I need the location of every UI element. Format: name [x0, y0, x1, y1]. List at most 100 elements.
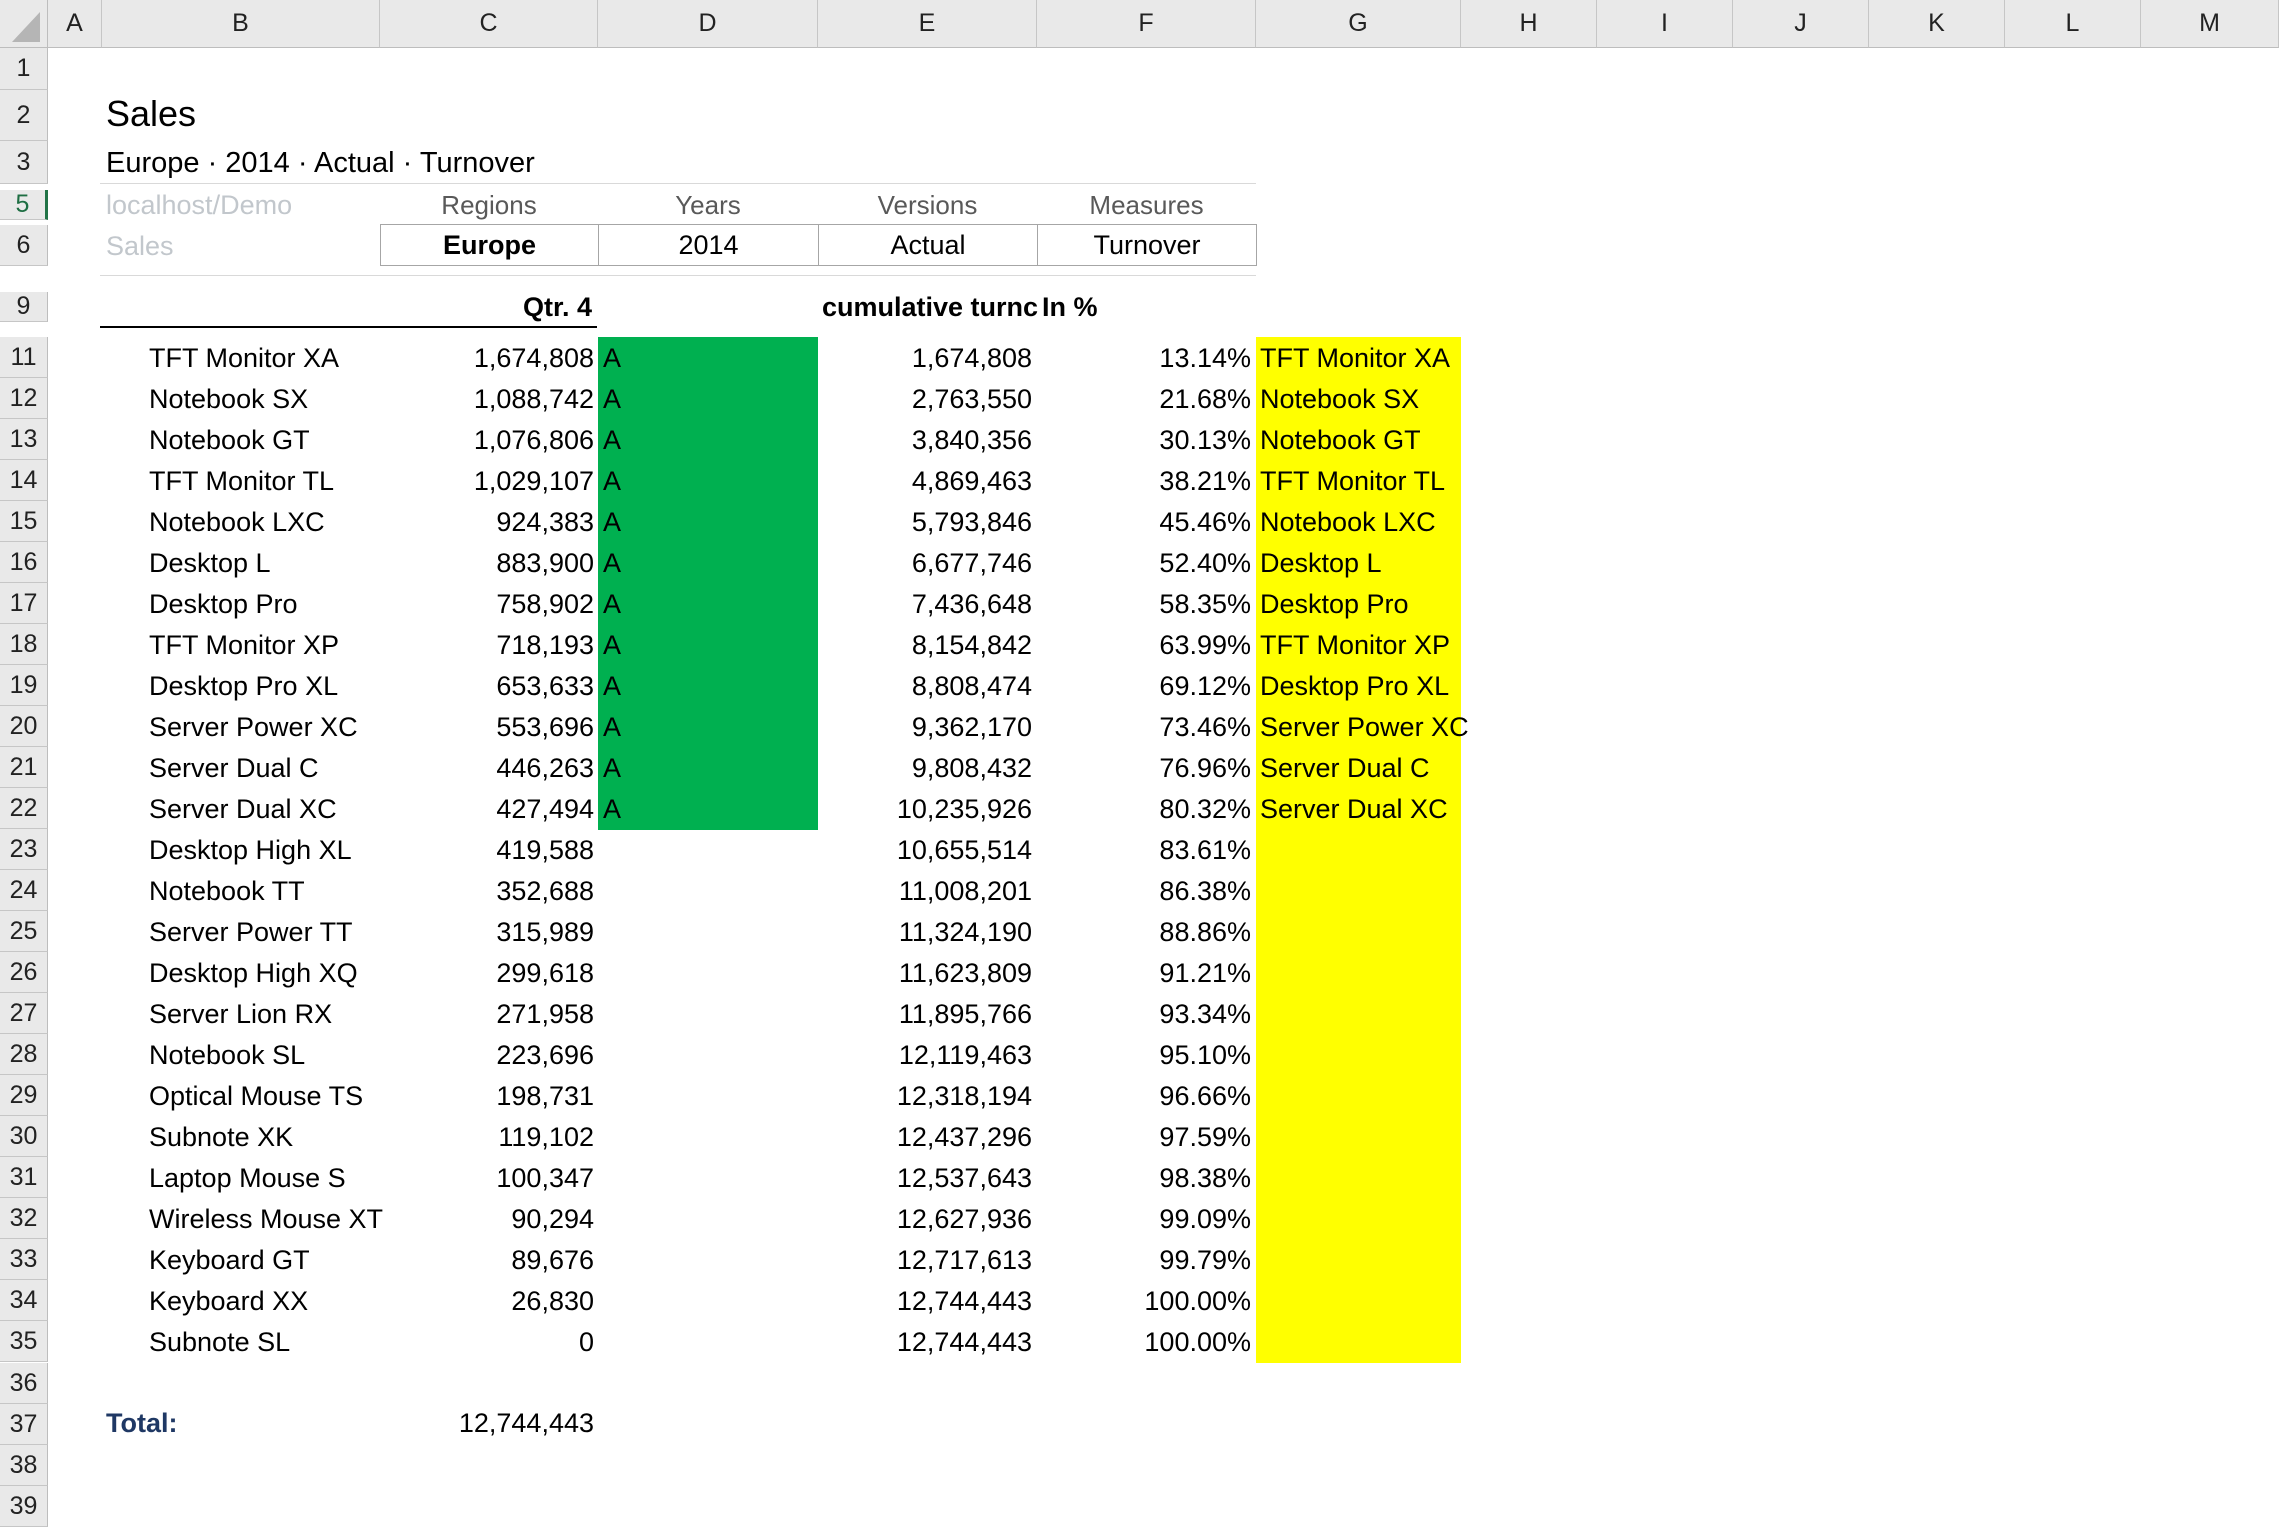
product-name[interactable]: Keyboard GT — [149, 1239, 310, 1280]
turnover-value[interactable]: 1,029,107 — [380, 460, 594, 501]
cumulative-turnover[interactable]: 2,763,550 — [818, 378, 1032, 419]
a-item-name[interactable]: Notebook LXC — [1260, 501, 1436, 542]
row-header-27[interactable]: 27 — [0, 993, 48, 1034]
turnover-value[interactable]: 553,696 — [380, 706, 594, 747]
abc-class-marker[interactable]: A — [603, 501, 621, 542]
turnover-value[interactable]: 758,902 — [380, 583, 594, 624]
product-name[interactable]: Notebook GT — [149, 419, 310, 460]
column-header-f[interactable]: F — [1037, 0, 1256, 48]
abc-class-marker[interactable]: A — [603, 624, 621, 665]
turnover-value[interactable]: 883,900 — [380, 542, 594, 583]
column-header-l[interactable]: L — [2005, 0, 2141, 48]
row-header-11[interactable]: 11 — [0, 337, 48, 378]
turnover-value[interactable]: 90,294 — [380, 1198, 594, 1239]
row-header-1[interactable]: 1 — [0, 48, 48, 90]
percent-share[interactable]: 100.00% — [1037, 1321, 1251, 1362]
percent-share[interactable]: 99.79% — [1037, 1239, 1251, 1280]
cumulative-turnover[interactable]: 10,655,514 — [818, 829, 1032, 870]
row-header-16[interactable]: 16 — [0, 542, 48, 583]
row-header-30[interactable]: 30 — [0, 1116, 48, 1157]
product-name[interactable]: Desktop High XQ — [149, 952, 358, 993]
turnover-value[interactable]: 1,088,742 — [380, 378, 594, 419]
turnover-value[interactable]: 419,588 — [380, 829, 594, 870]
a-item-name[interactable]: TFT Monitor XP — [1260, 624, 1450, 665]
cumulative-turnover[interactable]: 4,869,463 — [818, 460, 1032, 501]
turnover-value[interactable]: 0 — [380, 1321, 594, 1362]
cumulative-turnover[interactable]: 11,623,809 — [818, 952, 1032, 993]
column-header-g[interactable]: G — [1256, 0, 1461, 48]
dimension-selector-versions[interactable]: Actual — [818, 224, 1038, 266]
row-header-20[interactable]: 20 — [0, 706, 48, 747]
abc-class-marker[interactable]: A — [603, 378, 621, 419]
cumulative-turnover[interactable]: 1,674,808 — [818, 337, 1032, 378]
row-header-17[interactable]: 17 — [0, 583, 48, 624]
row-header-12[interactable]: 12 — [0, 378, 48, 419]
cumulative-turnover[interactable]: 12,437,296 — [818, 1116, 1032, 1157]
percent-share[interactable]: 91.21% — [1037, 952, 1251, 993]
percent-share[interactable]: 52.40% — [1037, 542, 1251, 583]
percent-share[interactable]: 93.34% — [1037, 993, 1251, 1034]
row-header-9[interactable]: 9 — [0, 292, 48, 322]
product-name[interactable]: Wireless Mouse XT — [149, 1198, 383, 1239]
column-header-c[interactable]: C — [380, 0, 598, 48]
turnover-value[interactable]: 299,618 — [380, 952, 594, 993]
product-name[interactable]: Desktop L — [149, 542, 271, 583]
product-name[interactable]: Desktop Pro — [149, 583, 298, 624]
turnover-value[interactable]: 427,494 — [380, 788, 594, 829]
product-name[interactable]: Server Dual C — [149, 747, 319, 788]
cumulative-turnover[interactable]: 10,235,926 — [818, 788, 1032, 829]
product-name[interactable]: Notebook SX — [149, 378, 308, 419]
cumulative-turnover[interactable]: 9,808,432 — [818, 747, 1032, 788]
product-name[interactable]: Server Power TT — [149, 911, 353, 952]
row-header-39[interactable]: 39 — [0, 1486, 48, 1527]
row-header-15[interactable]: 15 — [0, 501, 48, 542]
product-name[interactable]: Server Dual XC — [149, 788, 337, 829]
a-item-name[interactable]: TFT Monitor XA — [1260, 337, 1450, 378]
abc-class-marker[interactable]: A — [603, 665, 621, 706]
a-item-name[interactable]: Desktop L — [1260, 542, 1382, 583]
row-header-19[interactable]: 19 — [0, 665, 48, 706]
cumulative-turnover[interactable]: 12,537,643 — [818, 1157, 1032, 1198]
row-header-38[interactable]: 38 — [0, 1445, 48, 1486]
percent-share[interactable]: 99.09% — [1037, 1198, 1251, 1239]
product-name[interactable]: Subnote SL — [149, 1321, 290, 1362]
percent-share[interactable]: 45.46% — [1037, 501, 1251, 542]
abc-class-marker[interactable]: A — [603, 583, 621, 624]
turnover-value[interactable]: 924,383 — [380, 501, 594, 542]
cumulative-turnover[interactable]: 9,362,170 — [818, 706, 1032, 747]
percent-share[interactable]: 73.46% — [1037, 706, 1251, 747]
percent-share[interactable]: 95.10% — [1037, 1034, 1251, 1075]
abc-class-marker[interactable]: A — [603, 706, 621, 747]
percent-share[interactable]: 58.35% — [1037, 583, 1251, 624]
turnover-value[interactable]: 352,688 — [380, 870, 594, 911]
cumulative-turnover[interactable]: 3,840,356 — [818, 419, 1032, 460]
turnover-value[interactable]: 100,347 — [380, 1157, 594, 1198]
product-name[interactable]: Notebook TT — [149, 870, 305, 911]
turnover-value[interactable]: 446,263 — [380, 747, 594, 788]
row-header-5[interactable]: 5 — [0, 190, 48, 220]
row-header-24[interactable]: 24 — [0, 870, 48, 911]
turnover-value[interactable]: 89,676 — [380, 1239, 594, 1280]
product-name[interactable]: Server Power XC — [149, 706, 358, 747]
abc-class-marker[interactable]: A — [603, 460, 621, 501]
percent-share[interactable]: 30.13% — [1037, 419, 1251, 460]
row-header-36[interactable]: 36 — [0, 1363, 48, 1404]
product-name[interactable]: Optical Mouse TS — [149, 1075, 363, 1116]
abc-class-marker[interactable]: A — [603, 419, 621, 460]
row-header-23[interactable]: 23 — [0, 829, 48, 870]
product-name[interactable]: TFT Monitor XP — [149, 624, 339, 665]
turnover-value[interactable]: 223,696 — [380, 1034, 594, 1075]
percent-share[interactable]: 83.61% — [1037, 829, 1251, 870]
row-header-28[interactable]: 28 — [0, 1034, 48, 1075]
turnover-value[interactable]: 1,076,806 — [380, 419, 594, 460]
row-header-3[interactable]: 3 — [0, 141, 48, 184]
turnover-value[interactable]: 26,830 — [380, 1280, 594, 1321]
row-header-18[interactable]: 18 — [0, 624, 48, 665]
row-header-34[interactable]: 34 — [0, 1280, 48, 1321]
row-header-6[interactable]: 6 — [0, 225, 48, 266]
turnover-value[interactable]: 315,989 — [380, 911, 594, 952]
product-name[interactable]: Subnote XK — [149, 1116, 293, 1157]
cumulative-turnover[interactable]: 8,808,474 — [818, 665, 1032, 706]
percent-share[interactable]: 76.96% — [1037, 747, 1251, 788]
cumulative-turnover[interactable]: 12,744,443 — [818, 1280, 1032, 1321]
